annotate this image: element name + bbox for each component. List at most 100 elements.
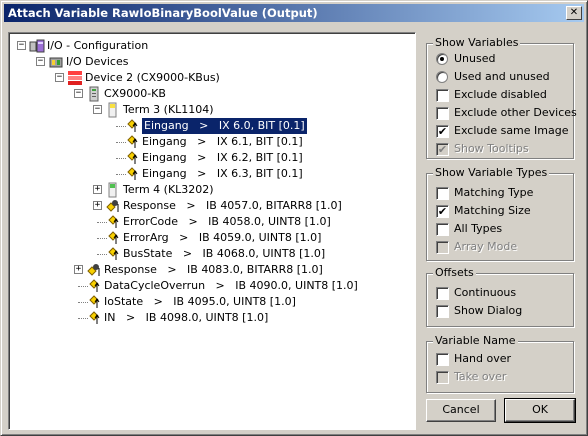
checkbox[interactable] [436, 223, 449, 236]
tree-node[interactable]: − Term 3 (KL1104) [9, 102, 409, 118]
variable-icon [105, 246, 121, 262]
tree-node-label: Term 4 (KL3202) [123, 183, 214, 196]
tree-node[interactable]: IoState > IB 4095.0, UINT8 [1.0] [9, 294, 409, 310]
tree-node-label: Eingang > IX 6.1, BIT [0.1] [142, 135, 303, 148]
tree-node-label: I/O - Configuration [47, 39, 149, 52]
tree-node[interactable]: − I/O Devices [9, 54, 409, 70]
option-label: Show Tooltips [454, 142, 529, 155]
cancel-button[interactable]: Cancel [426, 399, 496, 422]
variable-icon [86, 294, 102, 310]
option-label: Take over [454, 370, 507, 383]
terminal-yellow-icon [105, 102, 121, 118]
option-label: Continuous [454, 286, 517, 299]
variable-icon [105, 230, 121, 246]
tree-node-label: IoState > IB 4095.0, UINT8 [1.0] [104, 295, 296, 308]
tree-node-label: Term 3 (KL1104) [123, 103, 214, 116]
variable-icon [124, 150, 140, 166]
tree-node[interactable]: Eingang > IX 6.0, BIT [0.1] [9, 117, 409, 135]
tree-node-label: Eingang > IX 6.2, BIT [0.1] [142, 151, 303, 164]
close-icon: ✕ [569, 7, 579, 18]
collapse-icon[interactable]: − [93, 105, 102, 114]
tree-node[interactable]: Eingang > IX 6.2, BIT [0.1] [9, 150, 409, 166]
show-variables-group: Show Variables Unused Used and unused Excl… [426, 36, 577, 159]
variable-icon [124, 134, 140, 150]
option-label: Exclude same Image [454, 124, 569, 137]
io-devices-icon [48, 54, 64, 70]
checkbox-checked[interactable]: ✔ [436, 205, 449, 218]
checkbox[interactable] [436, 107, 449, 120]
tree-node[interactable]: − CX9000-KB [9, 86, 409, 102]
variable-tree[interactable]: − I/O - Configuration − I/O Devices − Device … [8, 32, 416, 430]
variable-struct-icon [86, 262, 102, 278]
variable-name-group: Variable Name Hand over Take over [426, 334, 574, 393]
checkbox[interactable] [436, 353, 449, 366]
tree-node[interactable]: DataCycleOverrun > IB 4090.0, UINT8 [1.0… [9, 278, 409, 294]
option-label: Show Dialog [454, 304, 523, 317]
variable-icon [105, 214, 121, 230]
tree-node-label: Response > IB 4057.0, BITARR8 [1.0] [123, 199, 342, 212]
tree-node[interactable]: ErrorArg > IB 4059.0, UINT8 [1.0] [9, 230, 409, 246]
tree-node-label: Device 2 (CX9000-KBus) [85, 71, 220, 84]
title-bar[interactable]: Attach Variable RawIoBinaryBoolValue (Ou… [4, 4, 584, 22]
tree-node[interactable]: − Device 2 (CX9000-KBus) [9, 70, 409, 86]
collapse-icon[interactable]: − [55, 73, 64, 82]
expand-icon[interactable]: + [93, 201, 102, 210]
io-config-icon [29, 38, 45, 54]
collapse-icon[interactable]: − [74, 89, 83, 98]
show-variable-types-group: Show Variable Types Matching Type ✔ Matchi… [426, 166, 574, 261]
variable-struct-icon [105, 198, 121, 214]
tree-node[interactable]: − I/O - Configuration [9, 38, 409, 54]
variable-icon [124, 118, 140, 134]
checkbox[interactable] [436, 89, 449, 102]
radio-button[interactable] [436, 71, 448, 83]
option-label: Matching Size [454, 204, 531, 217]
expand-icon[interactable]: + [93, 185, 102, 194]
checkbox-checked[interactable]: ✔ [436, 125, 449, 138]
device-icon [67, 70, 83, 86]
checkbox[interactable] [436, 287, 449, 300]
expand-icon[interactable]: + [74, 265, 83, 274]
collapse-icon[interactable]: − [36, 57, 45, 66]
variable-icon [86, 278, 102, 294]
checkbox[interactable] [436, 305, 449, 318]
option-label: Used and unused [454, 70, 550, 83]
option-label: Exclude other Devices [454, 106, 577, 119]
tree-node-label: BusState > IB 4068.0, UINT8 [1.0] [123, 247, 326, 260]
option-label: All Types [454, 222, 503, 235]
tree-node-label: Eingang > IX 6.0, BIT [0.1] [141, 117, 308, 135]
tree-node[interactable]: IN > IB 4098.0, UINT8 [1.0] [9, 310, 409, 326]
tree-node[interactable]: Eingang > IX 6.1, BIT [0.1] [9, 134, 409, 150]
option-label: Unused [454, 52, 496, 65]
tree-node[interactable]: + Response > IB 4083.0, BITARR8 [1.0] [9, 262, 409, 278]
tree-node[interactable]: Eingang > IX 6.3, BIT [0.1] [9, 166, 409, 182]
checkbox[interactable] [436, 187, 449, 200]
close-button[interactable]: ✕ [566, 6, 582, 20]
tree-node[interactable]: BusState > IB 4068.0, UINT8 [1.0] [9, 246, 409, 262]
variable-icon [124, 166, 140, 182]
show-variables-title: Show Variables [433, 36, 521, 49]
option-label: Matching Type [454, 186, 534, 199]
checkbox-checked: ✔ [436, 143, 449, 156]
terminal-green-icon [105, 182, 121, 198]
option-label: Hand over [454, 352, 511, 365]
attach-variable-dialog: Attach Variable RawIoBinaryBoolValue (Ou… [0, 0, 588, 436]
ok-button[interactable]: OK [504, 398, 576, 423]
tree-node-label: Eingang > IX 6.3, BIT [0.1] [142, 167, 303, 180]
tree-node-label: DataCycleOverrun > IB 4090.0, UINT8 [1.0… [104, 279, 358, 292]
collapse-icon[interactable]: − [17, 41, 26, 50]
option-label: Exclude disabled [454, 88, 547, 101]
tree-node-label: ErrorArg > IB 4059.0, UINT8 [1.0] [123, 231, 322, 244]
tree-node-label: CX9000-KB [104, 87, 166, 100]
tree-node-label: ErrorCode > IB 4058.0, UINT8 [1.0] [123, 215, 331, 228]
variable-icon [86, 310, 102, 326]
offsets-title: Offsets [433, 266, 476, 279]
radio-button[interactable] [436, 53, 448, 65]
tree-node[interactable]: + Term 4 (KL3202) [9, 182, 409, 198]
radio-dot [440, 57, 444, 61]
dialog-title: Attach Variable RawIoBinaryBoolValue (Ou… [8, 6, 318, 20]
checkbox [436, 371, 449, 384]
tree-node[interactable]: ErrorCode > IB 4058.0, UINT8 [1.0] [9, 214, 409, 230]
checkbox [436, 241, 449, 254]
tree-node[interactable]: + Response > IB 4057.0, BITARR8 [1.0] [9, 198, 409, 214]
cx-coupler-icon [86, 86, 102, 102]
